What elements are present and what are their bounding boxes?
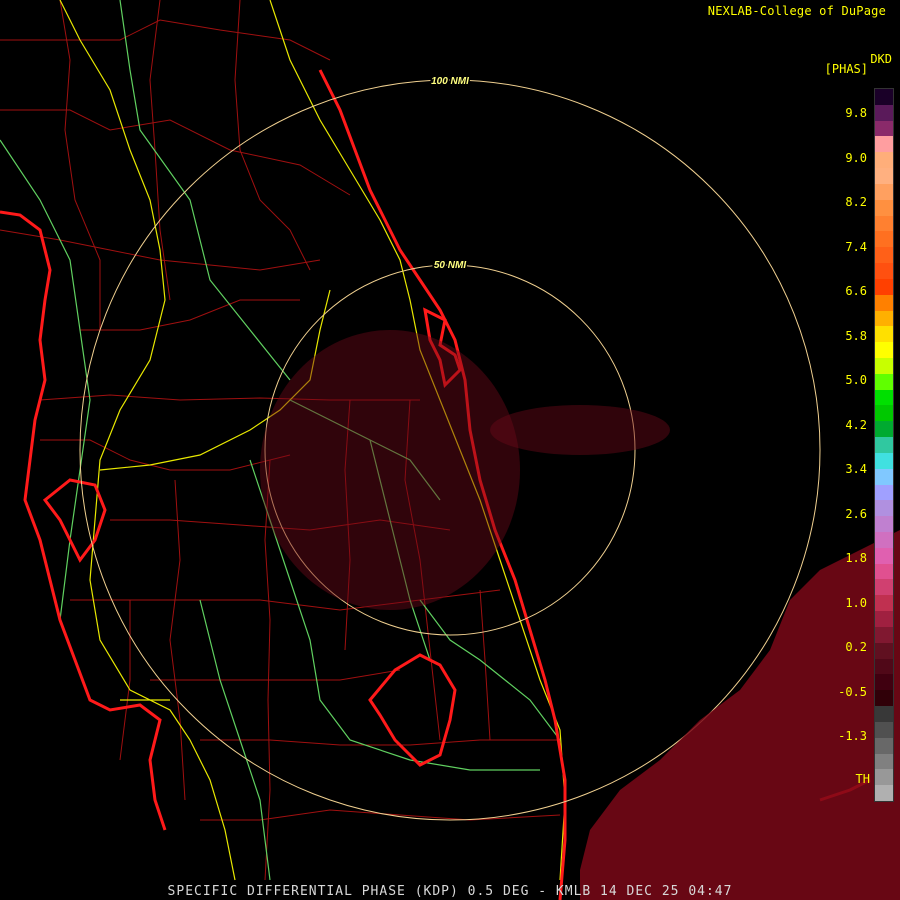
legend-color-step — [875, 468, 893, 486]
legend-color-step — [875, 516, 893, 533]
legend-tick-label: 2.6 — [845, 506, 867, 521]
legend-tick-label: 7.4 — [845, 239, 867, 254]
legend-color-step — [875, 405, 893, 422]
legend-color-step — [875, 89, 893, 106]
legend-color-step — [875, 294, 893, 311]
legend-color-step — [875, 563, 893, 580]
return-area-inland — [260, 330, 520, 610]
legend-unit: [PHAS] — [824, 62, 868, 76]
legend-title: DKD — [870, 52, 892, 66]
legend-tick-label: 1.8 — [845, 551, 867, 565]
legend-color-step — [875, 231, 893, 248]
range-label-50: 50 NMI — [434, 260, 466, 271]
legend-color-step — [875, 152, 893, 169]
legend-color-step — [875, 721, 893, 739]
legend-color-step — [875, 342, 893, 359]
legend-color-step — [875, 437, 893, 454]
legend-color-step — [875, 626, 893, 644]
legend-color-step — [875, 373, 893, 391]
legend-color-step — [875, 168, 893, 185]
legend-color-step — [875, 199, 893, 217]
color-legend: [PHAS] DKD 9.8 9.0 8.2 7.4 6.6 5.8 5.0 4.2 3.4 2.… — [825, 52, 900, 806]
legend-tick-label: 1.0 — [845, 595, 867, 610]
legend-color-step — [875, 421, 893, 438]
legend-color-step — [875, 183, 893, 201]
legend-tick-label: 9.8 — [845, 106, 867, 120]
legend-color-step — [875, 484, 893, 501]
legend-color-step — [875, 500, 893, 517]
product-footer: SPECIFIC DIFFERENTIAL PHASE (KDP) 0.5 DE… — [167, 884, 733, 899]
legend-color-step — [875, 326, 893, 343]
legend-tick-label: -1.3 — [838, 729, 867, 743]
legend-color-step — [875, 278, 893, 296]
legend-color-step — [875, 595, 893, 612]
legend-tick-label: 8.2 — [845, 195, 867, 209]
legend-tick-label: 0.2 — [845, 640, 867, 654]
legend-color-step — [875, 674, 893, 691]
legend-tick-label: 6.6 — [845, 284, 867, 298]
legend-color-step — [875, 136, 893, 153]
legend-color-step — [875, 737, 893, 755]
legend-tick-label: 5.0 — [845, 373, 867, 387]
legend-color-step — [875, 658, 893, 675]
legend-color-step — [875, 769, 893, 786]
legend-tick-label: 3.4 — [845, 462, 867, 476]
legend-color-step — [875, 785, 893, 802]
credit-text: NEXLAB-College of DuPage — [707, 4, 886, 18]
legend-color-step — [875, 104, 893, 122]
legend-color-step — [875, 310, 893, 327]
legend-color-step — [875, 247, 893, 264]
legend-color-step — [875, 547, 893, 565]
return-area-offshore — [490, 405, 670, 455]
legend-color-step — [875, 753, 893, 770]
range-label-100: 100 NMI — [431, 76, 469, 87]
legend-tick-label: 9.0 — [845, 150, 867, 165]
legend-tick-label: -0.5 — [838, 684, 867, 699]
legend-color-step — [875, 611, 893, 628]
legend-color-step — [875, 263, 893, 280]
legend-color-step — [875, 706, 893, 723]
legend-color-bar — [874, 88, 894, 802]
legend-tick-label: 4.2 — [845, 417, 867, 432]
radar-returns — [260, 330, 900, 900]
legend-color-step — [875, 389, 893, 406]
radar-map: 100 NMI 50 NMI — [0, 0, 900, 900]
legend-tick-label: 5.8 — [845, 328, 867, 343]
legend-color-step — [875, 579, 893, 596]
legend-tick-label: TH — [855, 772, 870, 786]
legend-color-step — [875, 215, 893, 232]
legend-color-step — [875, 452, 893, 470]
legend-color-step — [875, 357, 893, 375]
legend-color-step — [875, 120, 893, 137]
legend-color-step — [875, 642, 893, 660]
legend-color-step — [875, 690, 893, 707]
legend-color-step — [875, 532, 893, 549]
